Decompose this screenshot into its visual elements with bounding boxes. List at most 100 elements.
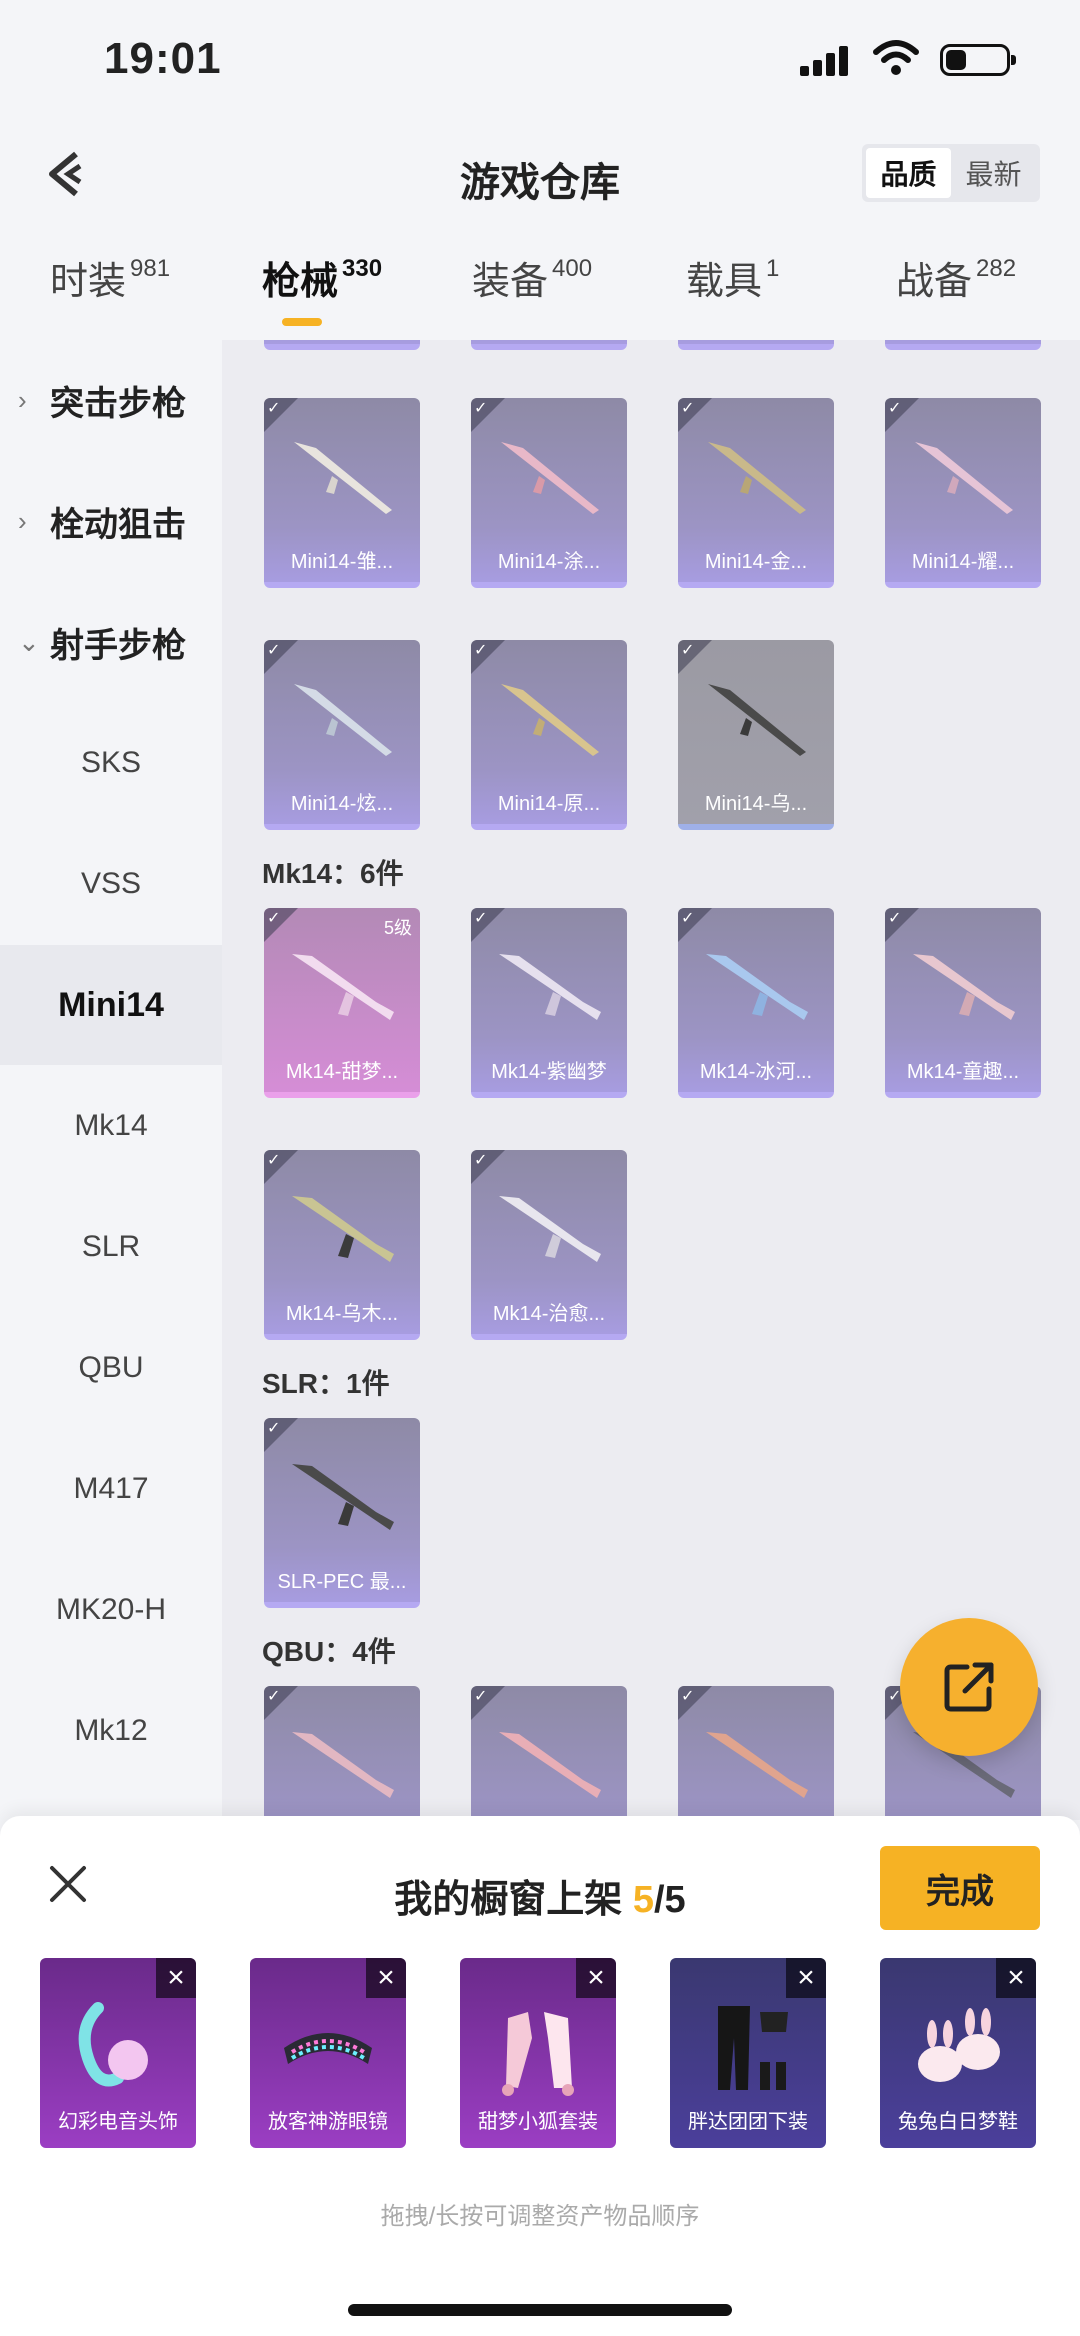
weapon-card[interactable]: Mk14-童趣... [885,908,1041,1098]
rifle-icon [294,442,392,514]
weapon-card[interactable] [264,1686,420,1820]
weapon-card[interactable]: Mini14-原... [471,640,627,830]
sidebar-item-mini14[interactable]: Mini14 [0,945,222,1065]
weapon-card[interactable] [678,1686,834,1820]
sidebar-item-mk20h[interactable]: MK20-H [0,1550,222,1670]
weapon-card-name: Mk14-乌木... [285,1303,399,1325]
weapon-card[interactable]: Mk14-冰河... [678,908,834,1098]
status-bar: 19:01 [0,0,1080,120]
done-button[interactable]: 完成 [880,1846,1040,1930]
weapon-card[interactable] [885,340,1041,350]
group-title-slr: SLR：1件 [262,1368,390,1399]
weapon-card[interactable]: Mk14-紫幽梦 [471,908,627,1098]
sort-newest-button[interactable]: 最新 [951,148,1036,198]
rifle-icon [708,442,806,514]
rifle-icon [915,442,1013,514]
sidebar-item-slr[interactable]: SLR [0,1187,222,1307]
weapon-card[interactable] [471,1686,627,1820]
check-icon [264,1418,298,1452]
tab-count: 400 [552,255,593,282]
tab-count: 1 [766,255,780,282]
rifle-icon [499,1732,601,1798]
weapon-card[interactable]: SLR-PEC 最... [264,1418,420,1608]
weapon-card[interactable]: Mini14-雏... [264,398,420,588]
tab-label: 枪械 [262,261,339,303]
rifle-icon [499,1196,601,1262]
sidebar-category-bolt-sniper[interactable]: › 栓动狙击 [0,461,222,581]
showcase-item[interactable]: × 放客神游眼镜 [250,1958,406,2148]
showcase-sheet: 我的橱窗上架 5/5 完成 × 幻彩电音头饰 × 放客神游眼镜 × 甜梦小狐套装… [0,1816,1080,2336]
tab-label: 载具 [686,261,763,303]
weapon-card[interactable]: Mini14-炫... [264,640,420,830]
remove-item-icon[interactable]: × [366,1958,406,1998]
wifi-icon [873,40,919,75]
showcase-item-name: 胖达团团下装 [688,2111,808,2133]
status-time: 19:01 [104,34,222,83]
weapon-sidebar: › 突击步枪 › 栓动狙击 ⌄ 射手步枪 SKS VSS Mini14 Mk14 SL… [0,340,222,1820]
weapon-card[interactable]: Mini14-耀... [885,398,1041,588]
weapon-card[interactable]: Mk14-乌木... [264,1150,420,1340]
weapon-grid: Mini14-雏... Mini14-涂... Mini14-金... Mini… [222,340,1080,1820]
sidebar-item-qbu[interactable]: QBU [0,1308,222,1428]
check-icon [885,398,919,432]
weapon-card[interactable]: Mk14-治愈... [471,1150,627,1340]
sidebar-item-mk14[interactable]: Mk14 [0,1066,222,1186]
rifle-icon [501,684,599,756]
rifle-icon [706,1732,808,1798]
outfit-item-icon [502,2012,574,2096]
remove-item-icon[interactable]: × [996,1958,1036,1998]
showcase-item[interactable]: × 兔兔白日梦鞋 [880,1958,1036,2148]
weapon-card-name: Mini14-原... [497,793,601,815]
weapon-card-name: Mini14-乌... [704,793,808,815]
weapon-card[interactable]: Mini14-金... [678,398,834,588]
tab-equipment[interactable]: 装备 400 [472,250,592,305]
weapon-card[interactable]: 5级 Mk14-甜梦... [264,908,420,1098]
showcase-item[interactable]: × 甜梦小狐套装 [460,1958,616,2148]
share-fab-button[interactable] [900,1618,1038,1756]
rifle-icon [292,1464,394,1530]
home-indicator[interactable] [348,2304,732,2316]
sidebar-category-assault-rifle[interactable]: › 突击步枪 [0,340,222,460]
weapon-card[interactable] [264,340,420,350]
weapon-card-name: Mk14-冰河... [699,1061,813,1083]
tab-count: 330 [342,255,383,282]
showcase-item[interactable]: × 胖达团团下装 [670,1958,826,2148]
weapon-card[interactable] [678,340,834,350]
tab-label: 装备 [472,261,549,303]
sort-quality-button[interactable]: 品质 [866,148,951,198]
sort-toggle: 品质 最新 [862,144,1040,202]
check-icon [885,908,919,942]
check-icon [471,1150,505,1184]
tab-guns[interactable]: 枪械 330 [262,250,382,305]
weapon-card-name: SLR-PEC 最... [277,1571,407,1593]
rifle-icon [292,1732,394,1798]
remove-item-icon[interactable]: × [786,1958,826,1998]
sidebar-item-vss[interactable]: VSS [0,824,222,944]
chevron-right-icon: › [18,384,27,415]
remove-item-icon[interactable]: × [156,1958,196,1998]
remove-item-icon[interactable]: × [576,1958,616,1998]
cellular-signal-icon [800,44,848,76]
showcase-item-name: 兔兔白日梦鞋 [898,2111,1018,2133]
sidebar-item-sks[interactable]: SKS [0,703,222,823]
rifle-icon [292,954,394,1020]
rifle-icon [706,954,808,1020]
rifle-icon [294,684,392,756]
check-icon [264,1150,298,1184]
sidebar-item-mk12[interactable]: Mk12 [0,1671,222,1791]
weapon-card[interactable] [471,340,627,350]
showcase-title-text: 我的橱窗上架 [394,1879,633,1921]
sidebar-category-marksman-rifle[interactable]: ⌄ 射手步枪 [0,582,222,702]
rifle-icon [913,954,1015,1020]
sidebar-item-m417[interactable]: M417 [0,1429,222,1549]
tab-indicator [282,318,322,326]
showcase-total-count: /5 [654,1879,686,1921]
tab-supplies[interactable]: 战备 282 [896,250,1016,305]
weapon-card[interactable]: Mini14-涂... [471,398,627,588]
weapon-card[interactable]: Mini14-乌... [678,640,834,830]
weapon-card-name: Mk14-治愈... [492,1303,606,1325]
tab-vehicles[interactable]: 载具 1 [686,250,779,305]
tab-fashion[interactable]: 时装 981 [50,250,170,305]
tab-label: 时装 [50,261,127,303]
showcase-item[interactable]: × 幻彩电音头饰 [40,1958,196,2148]
